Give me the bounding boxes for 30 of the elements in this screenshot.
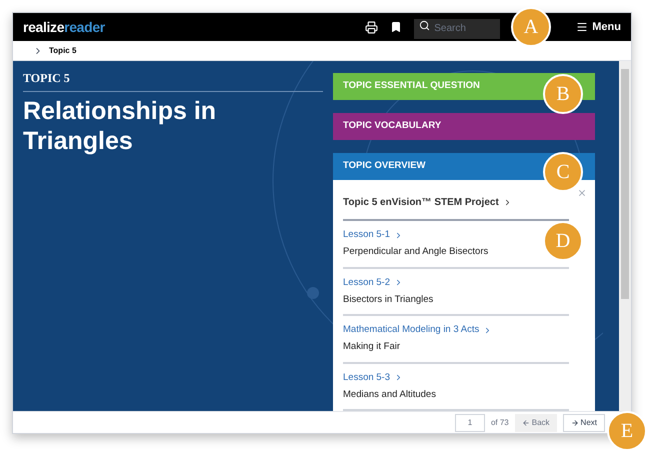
lesson-link[interactable]: Mathematical Modeling in 3 Acts xyxy=(343,323,480,338)
scrollbar[interactable] xyxy=(619,61,631,411)
lesson-link[interactable]: Lesson 5-2 xyxy=(343,276,390,290)
section-tab[interactable]: TOPIC VOCABULARY xyxy=(333,113,595,140)
print-icon[interactable] xyxy=(365,20,378,34)
lesson-link[interactable]: Lesson 5-1 xyxy=(343,228,390,242)
topic-label: TOPIC 5 xyxy=(23,69,323,92)
lesson-title: Medians and Altitudes xyxy=(343,388,437,402)
arrow-left-icon xyxy=(522,418,530,426)
bookmark-icon[interactable] xyxy=(390,21,402,33)
lesson-title: Perpendicular and Angle Bisectors xyxy=(343,245,490,260)
project-link[interactable]: Topic 5 enVision™ STEM Project xyxy=(343,195,499,210)
arrow-right-icon xyxy=(570,418,579,426)
menu-icon xyxy=(576,21,588,33)
search-field[interactable]: Search xyxy=(414,18,500,38)
next-button[interactable]: Next xyxy=(562,414,605,432)
menu-button[interactable]: Menu xyxy=(576,18,621,36)
callout-marker: E xyxy=(607,411,647,451)
scrollbar-thumb[interactable] xyxy=(621,69,629,299)
close-icon[interactable] xyxy=(577,188,587,198)
logo-text: realize xyxy=(23,18,64,36)
page-total: of 73 xyxy=(490,416,509,428)
page-field[interactable]: 1 xyxy=(454,414,485,432)
breadcrumb-link[interactable]: Topic 5 xyxy=(49,44,76,56)
lesson-link[interactable]: Lesson 5-3 xyxy=(343,370,390,385)
lesson-title: Making it Fair xyxy=(343,340,402,354)
lesson-title: Bisectors in Triangles xyxy=(343,292,434,307)
search-icon xyxy=(419,20,430,30)
logo-text: reader xyxy=(64,18,105,36)
topic-title: Relationships in Triangles xyxy=(23,96,218,156)
